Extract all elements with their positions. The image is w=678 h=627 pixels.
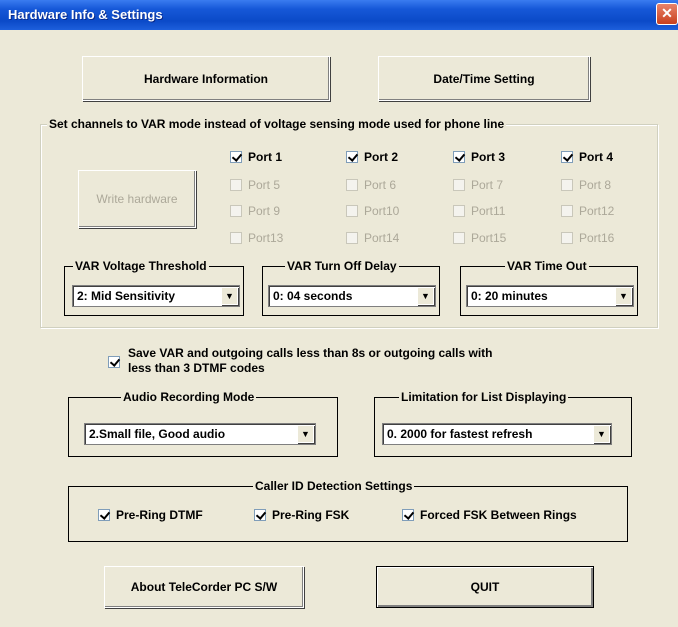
checkbox-icon[interactable] [230, 232, 242, 244]
save-var-checkbox[interactable] [108, 356, 126, 368]
checkbox-icon[interactable] [230, 205, 242, 217]
port-15-checkbox[interactable]: Port15 [453, 231, 506, 245]
checkbox-icon[interactable] [453, 151, 465, 163]
port-11-checkbox[interactable]: Port11 [453, 204, 505, 218]
var-voltage-threshold-value: 2: Mid Sensitivity [77, 289, 176, 303]
port-12-checkbox[interactable]: Port12 [561, 204, 614, 218]
hardware-settings-window: Hardware Info & Settings ✕ Hardware Info… [0, 0, 678, 627]
list-limitation-title: Limitation for List Displaying [399, 390, 569, 404]
window-title: Hardware Info & Settings [8, 7, 163, 22]
checkbox-icon[interactable] [453, 179, 465, 191]
port-7-checkbox[interactable]: Port 7 [453, 178, 503, 192]
port-6-label: Port 6 [364, 178, 397, 192]
var-turn-off-delay-title: VAR Turn Off Delay [285, 259, 399, 273]
pre-ring-dtmf-checkbox[interactable]: Pre-Ring DTMF [98, 508, 203, 522]
var-mode-group-title: Set channels to VAR mode instead of volt… [47, 117, 507, 131]
var-turn-off-delay-value: 0: 04 seconds [273, 289, 353, 303]
write-hardware-button[interactable]: Write hardware [78, 170, 196, 228]
audio-recording-mode-select[interactable]: 2.Small file, Good audio ▼ [84, 423, 316, 445]
port-16-label: Port16 [579, 231, 615, 245]
checkbox-icon[interactable] [346, 232, 358, 244]
checkbox-icon[interactable] [402, 509, 414, 521]
forced-fsk-label: Forced FSK Between Rings [420, 508, 577, 522]
save-var-label-line2: less than 3 DTMF codes [128, 361, 265, 375]
port-11-label: Port11 [471, 204, 506, 218]
port-4-label: Port 4 [579, 150, 614, 164]
port-2-checkbox[interactable]: Port 2 [346, 150, 398, 164]
var-time-out-select[interactable]: 0: 20 minutes ▼ [466, 285, 634, 307]
save-var-label: Save VAR and outgoing calls less than 8s… [128, 346, 493, 376]
port-14-checkbox[interactable]: Port14 [346, 231, 399, 245]
checkbox-icon[interactable] [453, 232, 465, 244]
checkbox-icon[interactable] [346, 151, 358, 163]
port-10-checkbox[interactable]: Port10 [346, 204, 399, 218]
about-button[interactable]: About TeleCorder PC S/W [104, 566, 304, 608]
pre-ring-fsk-checkbox[interactable]: Pre-Ring FSK [254, 508, 349, 522]
port-13-label: Port13 [248, 231, 284, 245]
port-12-label: Port12 [579, 204, 615, 218]
list-limitation-select[interactable]: 0. 2000 for fastest refresh ▼ [382, 423, 612, 445]
hardware-information-button[interactable]: Hardware Information [82, 56, 330, 101]
chevron-down-icon[interactable]: ▼ [593, 425, 610, 443]
port-9-label: Port 9 [248, 204, 281, 218]
checkbox-icon[interactable] [346, 205, 358, 217]
port-5-checkbox[interactable]: Port 5 [230, 178, 280, 192]
port-14-label: Port14 [364, 231, 400, 245]
port-1-label: Port 1 [248, 150, 283, 164]
port-1-checkbox[interactable]: Port 1 [230, 150, 282, 164]
port-3-label: Port 3 [471, 150, 506, 164]
save-var-label-line1: Save VAR and outgoing calls less than 8s… [128, 346, 493, 360]
var-time-out-title: VAR Time Out [505, 259, 589, 273]
pre-ring-dtmf-label: Pre-Ring DTMF [116, 508, 203, 522]
port-16-checkbox[interactable]: Port16 [561, 231, 614, 245]
port-10-label: Port10 [364, 204, 400, 218]
checkbox-icon[interactable] [561, 205, 573, 217]
chevron-down-icon[interactable]: ▼ [221, 287, 238, 305]
port-5-label: Port 5 [248, 178, 281, 192]
checkbox-icon[interactable] [561, 232, 573, 244]
chevron-down-icon[interactable]: ▼ [615, 287, 632, 305]
checkbox-icon[interactable] [230, 151, 242, 163]
var-voltage-threshold-title: VAR Voltage Threshold [73, 259, 209, 273]
close-button[interactable]: ✕ [656, 3, 678, 25]
var-voltage-threshold-select[interactable]: 2: Mid Sensitivity ▼ [72, 285, 240, 307]
port-15-label: Port15 [471, 231, 507, 245]
quit-button[interactable]: QUIT [376, 566, 594, 608]
title-bar[interactable]: Hardware Info & Settings ✕ [0, 0, 678, 30]
checkbox-icon[interactable] [98, 509, 110, 521]
date-time-setting-button[interactable]: Date/Time Setting [378, 56, 590, 101]
port-7-label: Port 7 [471, 178, 504, 192]
port-9-checkbox[interactable]: Port 9 [230, 204, 280, 218]
caller-id-detection-title: Caller ID Detection Settings [253, 479, 415, 493]
chevron-down-icon[interactable]: ▼ [417, 287, 434, 305]
checkbox-icon[interactable] [230, 179, 242, 191]
chevron-down-icon[interactable]: ▼ [297, 425, 314, 443]
checkbox-icon[interactable] [453, 205, 465, 217]
forced-fsk-checkbox[interactable]: Forced FSK Between Rings [402, 508, 577, 522]
checkbox-icon[interactable] [254, 509, 266, 521]
port-2-label: Port 2 [364, 150, 399, 164]
port-3-checkbox[interactable]: Port 3 [453, 150, 505, 164]
var-turn-off-delay-select[interactable]: 0: 04 seconds ▼ [268, 285, 436, 307]
port-13-checkbox[interactable]: Port13 [230, 231, 283, 245]
checkbox-icon[interactable] [561, 179, 573, 191]
audio-recording-mode-title: Audio Recording Mode [121, 390, 257, 404]
audio-recording-mode-value: 2.Small file, Good audio [89, 427, 226, 441]
var-time-out-value: 0: 20 minutes [471, 289, 548, 303]
port-8-label: Port 8 [579, 178, 612, 192]
checkbox-icon[interactable] [561, 151, 573, 163]
checkbox-icon[interactable] [108, 356, 120, 368]
port-4-checkbox[interactable]: Port 4 [561, 150, 613, 164]
close-icon: ✕ [661, 5, 673, 21]
port-8-checkbox[interactable]: Port 8 [561, 178, 611, 192]
list-limitation-value: 0. 2000 for fastest refresh [387, 427, 533, 441]
port-6-checkbox[interactable]: Port 6 [346, 178, 396, 192]
pre-ring-fsk-label: Pre-Ring FSK [272, 508, 350, 522]
checkbox-icon[interactable] [346, 179, 358, 191]
